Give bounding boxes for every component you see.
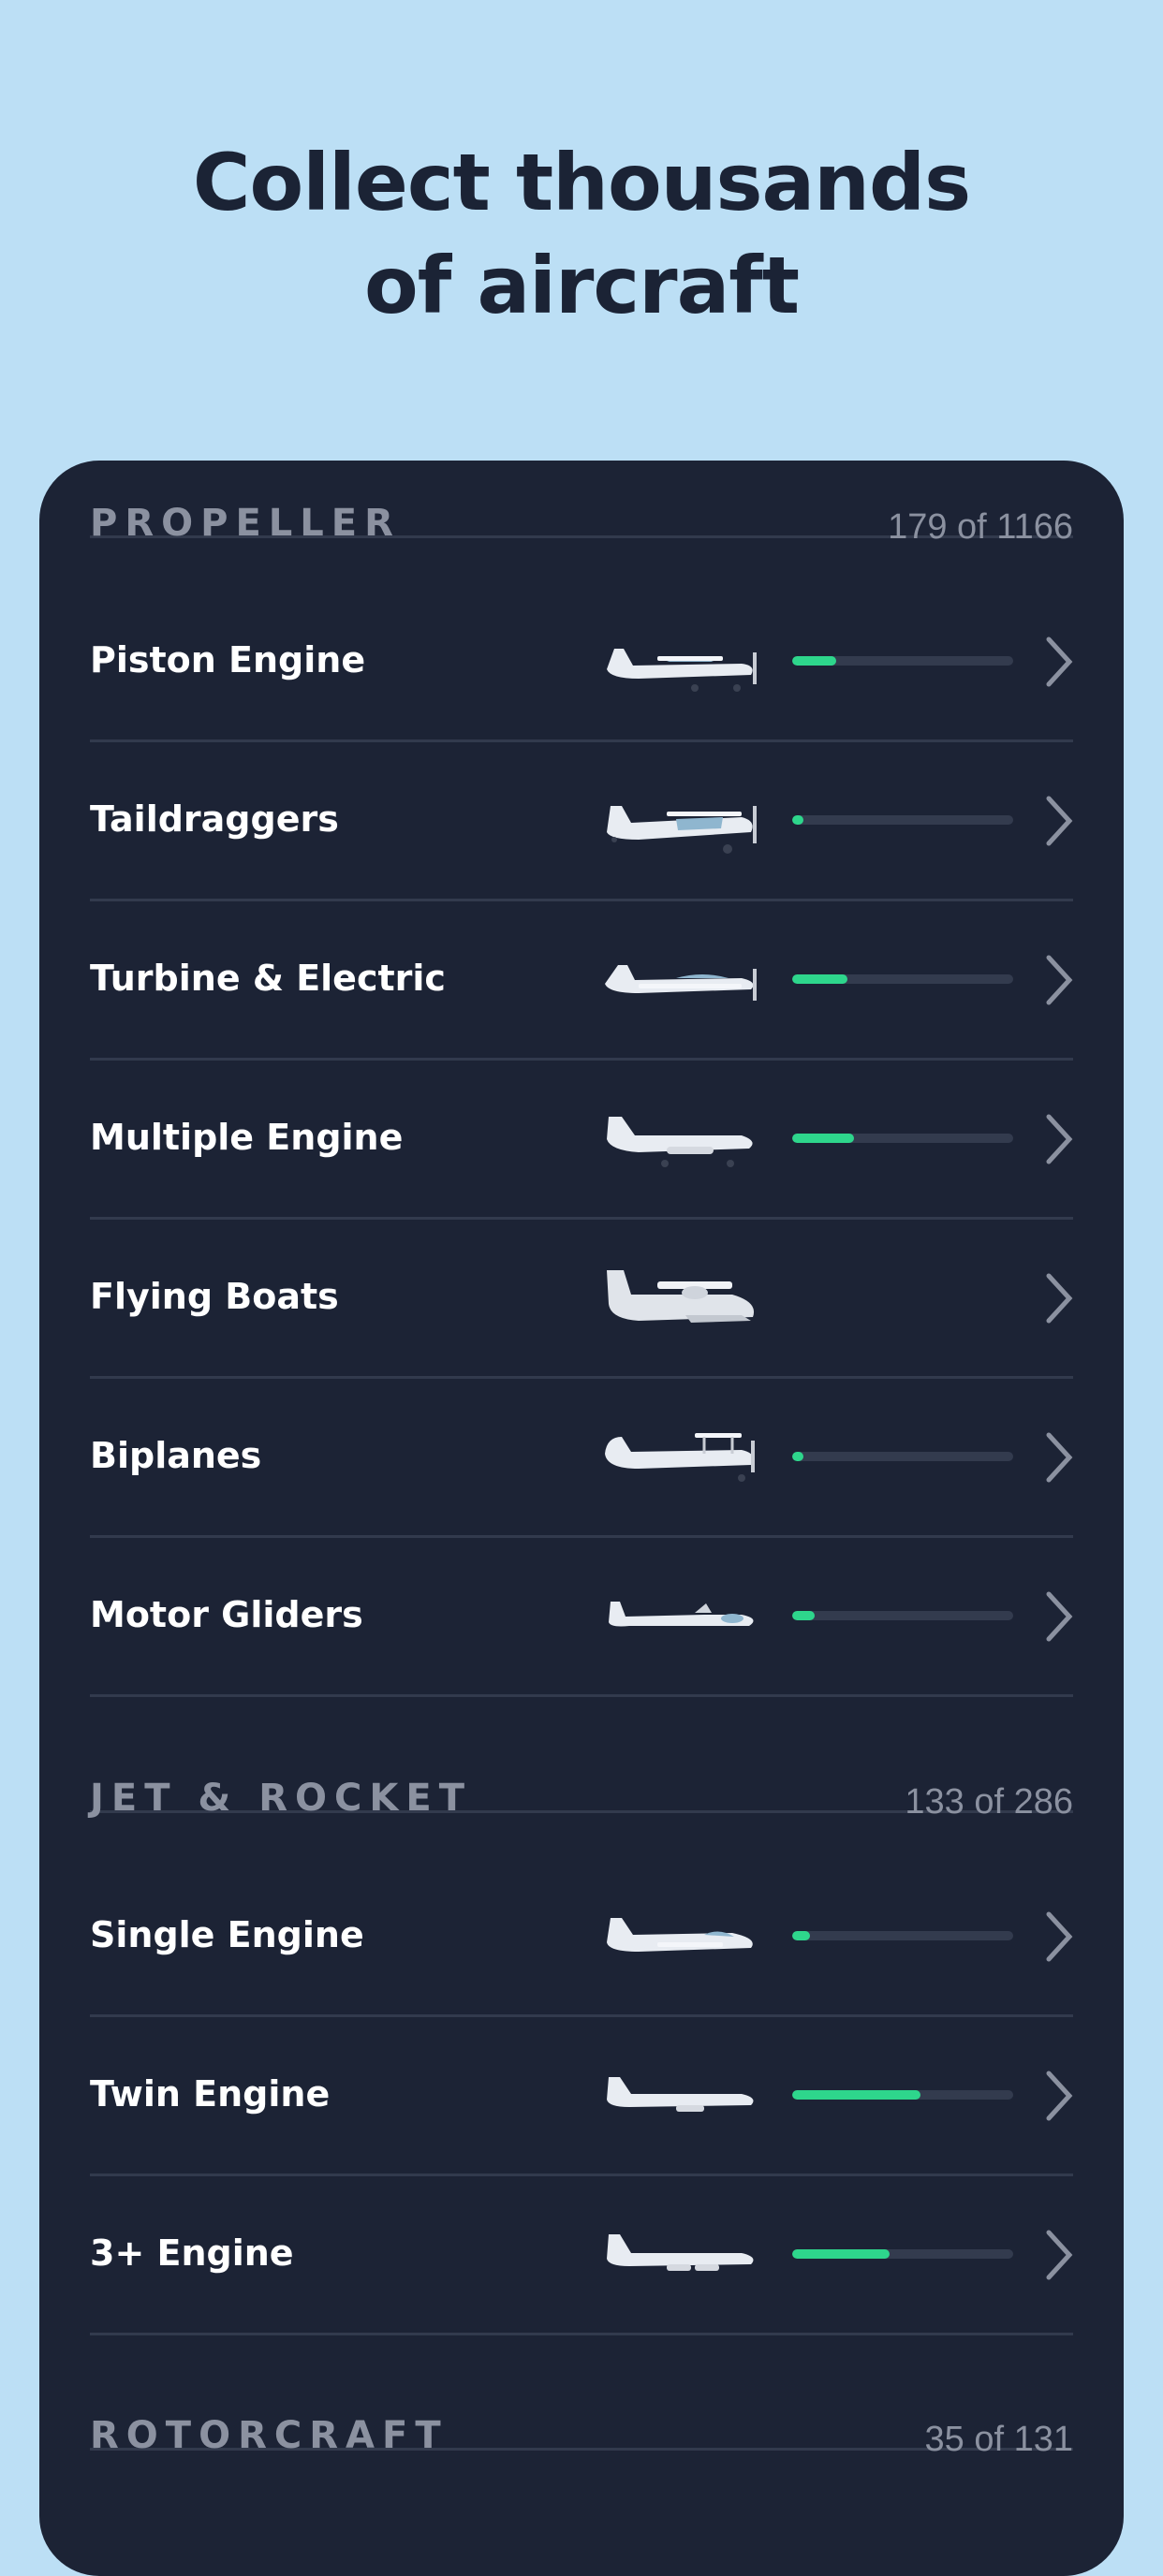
category-row-piston-engine[interactable]: Piston Engine	[90, 583, 1073, 742]
category-label: Single Engine	[90, 1914, 364, 1955]
section-header-rotorcraft: ROTORCRAFT 35 of 131	[90, 2373, 1073, 2459]
progress-bar	[792, 1611, 1013, 1620]
headline-line-2: of aircraft	[363, 240, 800, 331]
category-row-taildraggers[interactable]: Taildraggers	[90, 742, 1073, 901]
category-row-multiple-engine[interactable]: Multiple Engine	[90, 1061, 1073, 1220]
chevron-right-icon	[1046, 2230, 1073, 2280]
category-row-twin-engine[interactable]: Twin Engine	[90, 2017, 1073, 2176]
single-jet-icon	[607, 1918, 753, 1952]
category-label: Multiple Engine	[90, 1117, 404, 1158]
taildragger-plane-icon	[607, 806, 757, 854]
category-row-single-engine[interactable]: Single Engine	[90, 1858, 1073, 2017]
biplane-icon	[605, 1433, 755, 1482]
category-label: Turbine & Electric	[90, 958, 446, 999]
category-row-flying-boats[interactable]: Flying Boats	[90, 1220, 1073, 1379]
single-prop-plane-icon	[607, 649, 757, 692]
category-row-motor-gliders[interactable]: Motor Gliders	[90, 1538, 1073, 1697]
progress-bar	[792, 815, 1013, 825]
chevron-right-icon	[1046, 1432, 1073, 1483]
category-label: Flying Boats	[90, 1276, 339, 1317]
category-label: Twin Engine	[90, 2073, 331, 2115]
airliner-jet-icon	[607, 2234, 754, 2271]
chevron-right-icon	[1046, 1911, 1073, 1962]
progress-bar	[792, 656, 1013, 666]
section-title: PROPELLER	[90, 502, 401, 545]
chevron-right-icon	[1046, 1114, 1073, 1164]
chevron-right-icon	[1046, 1273, 1073, 1324]
aircraft-collection-card: PROPELLER 179 of 1166 Piston Engine Tail…	[39, 461, 1124, 2576]
section-title: ROTORCRAFT	[90, 2414, 449, 2457]
turbine-plane-icon	[605, 965, 757, 1001]
chevron-right-icon	[1046, 796, 1073, 846]
headline-line-1: Collect thousands	[192, 137, 971, 228]
chevron-right-icon	[1046, 637, 1073, 687]
progress-bar	[792, 1134, 1013, 1143]
section-header-jet-rocket: JET & ROCKET 133 of 286	[90, 1735, 1073, 1822]
category-label: 3+ Engine	[90, 2232, 294, 2274]
section-count: 35 of 131	[924, 2420, 1073, 2459]
category-row-3-plus-engine[interactable]: 3+ Engine	[90, 2176, 1073, 2335]
progress-bar	[792, 1931, 1013, 1940]
section-header-propeller: PROPELLER 179 of 1166	[90, 461, 1073, 547]
chevron-right-icon	[1046, 2071, 1073, 2121]
section-count: 179 of 1166	[888, 507, 1073, 547]
twin-prop-plane-icon	[607, 1117, 753, 1167]
progress-bar	[792, 1452, 1013, 1461]
motor-glider-icon	[609, 1602, 754, 1627]
page-headline: Collect thousands of aircraft	[0, 131, 1163, 337]
section-title: JET & ROCKET	[90, 1777, 472, 1820]
chevron-right-icon	[1046, 955, 1073, 1005]
flying-boat-icon	[607, 1270, 755, 1323]
chevron-right-icon	[1046, 1591, 1073, 1642]
progress-bar	[792, 2249, 1013, 2259]
progress-bar	[792, 2090, 1013, 2100]
category-row-biplanes[interactable]: Biplanes	[90, 1379, 1073, 1538]
category-label: Taildraggers	[90, 798, 339, 840]
category-row-turbine-electric[interactable]: Turbine & Electric	[90, 901, 1073, 1061]
category-label: Piston Engine	[90, 639, 366, 681]
section-count: 133 of 286	[905, 1782, 1073, 1822]
category-label: Biplanes	[90, 1435, 262, 1476]
category-label: Motor Gliders	[90, 1594, 363, 1635]
twin-jet-icon	[607, 2077, 754, 2112]
progress-bar	[792, 974, 1013, 984]
